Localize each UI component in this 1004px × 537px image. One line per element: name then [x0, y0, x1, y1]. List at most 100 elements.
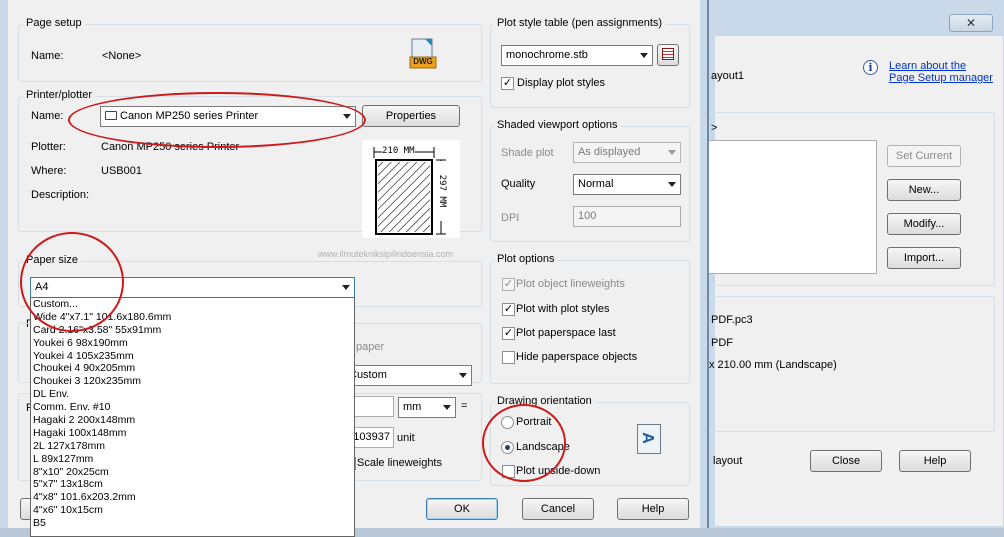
paper-size-title: Paper size — [23, 254, 81, 266]
scale-unit-combo[interactable]: mm — [398, 397, 456, 418]
device-name-value: PDF.pc3 — [711, 314, 753, 326]
unit-label: unit — [397, 432, 415, 444]
display-plot-styles-checkbox[interactable]: ✓ — [501, 77, 514, 90]
printer-name-label: Name: — [31, 110, 64, 122]
plot-style-table-title: Plot style table (pen assignments) — [494, 17, 666, 29]
paper-size-option[interactable]: DL Env. — [31, 388, 354, 401]
current-layout-fragment: ayout1 — [711, 70, 745, 82]
plot-with-plot-styles-checkbox[interactable]: ✓ — [502, 303, 515, 316]
display-when-creating-label: layout — [713, 455, 743, 467]
dwg-icon-text: DWG — [413, 57, 433, 66]
plotter-value: Canon MP250 series Printer - — [101, 141, 246, 153]
import-button[interactable]: Import... — [887, 247, 961, 269]
page-setup-name-value: <None> — [102, 50, 142, 62]
scale-lineweights-label: Scale lineweights — [357, 457, 442, 469]
paper-size-option[interactable]: Youkei 4 105x235mm — [31, 350, 354, 363]
cancel-button[interactable]: Cancel — [522, 498, 594, 520]
paper-size-option[interactable]: 4"x8" 101.6x203.2mm — [31, 491, 354, 504]
paper-size-option[interactable]: Choukei 3 120x235mm — [31, 375, 354, 388]
quality-combo[interactable]: Normal — [573, 174, 681, 195]
plot-object-lineweights-checkbox[interactable]: ✓ — [502, 278, 515, 291]
page-setup-name-label: Name: — [31, 50, 64, 62]
chevron-down-icon — [459, 373, 467, 378]
quality-value: Normal — [578, 178, 614, 190]
shade-plot-label: Shade plot — [501, 147, 554, 159]
equals-sign: = — [461, 400, 468, 412]
page-setup-title: Page setup — [23, 17, 85, 29]
page-setup-manager-window: ✕ i Learn about the Page Setup manager a… — [708, 0, 1004, 528]
landscape-label: Landscape — [516, 441, 570, 453]
chevron-down-icon — [668, 150, 676, 155]
paper-size-option[interactable]: Wide 4"x7.1" 101.6x180.6mm — [31, 311, 354, 324]
new-button[interactable]: New... — [887, 179, 961, 201]
where-value: USB001 — [101, 165, 142, 177]
printer-icon — [105, 111, 117, 120]
paper-size-option[interactable]: B5 — [31, 517, 354, 530]
printer-name-value: Canon MP250 series Printer — [120, 110, 259, 122]
scale-units-value: 103937 — [353, 431, 390, 443]
paper-size-option[interactable]: Custom... — [31, 298, 354, 311]
paper-size-option[interactable]: Hagaki 2 200x148mm — [31, 414, 354, 427]
edit-table-icon — [662, 48, 674, 60]
landscape-radio[interactable] — [501, 441, 514, 454]
plot-to-file-fragment: paper — [356, 341, 385, 353]
paper-size-option[interactable]: 8"x10" 20x25cm — [31, 466, 354, 479]
hide-paperspace-objects-checkbox[interactable] — [502, 351, 515, 364]
paper-preview: 210 MM 297 MM — [362, 140, 460, 238]
portrait-radio[interactable] — [501, 416, 514, 429]
paper-size-option[interactable]: 4"x6" 10x15cm — [31, 504, 354, 517]
portrait-label: Portrait — [516, 416, 552, 428]
plot-paperspace-last-label: Plot paperspace last — [516, 327, 616, 339]
quality-label: Quality — [501, 178, 536, 190]
set-current-button[interactable]: Set Current — [887, 145, 961, 167]
scale-unit-value: mm — [403, 401, 422, 413]
plot-upside-down-label: Plot upside-down — [516, 465, 601, 477]
radio-selected-dot — [505, 445, 510, 450]
plot-style-table-combo[interactable]: monochrome.stb — [501, 45, 653, 66]
plot-upside-down-checkbox[interactable] — [502, 465, 515, 478]
display-plot-styles-label: Display plot styles — [517, 77, 606, 89]
edit-plot-style-button[interactable] — [657, 44, 679, 66]
paper-size-combo[interactable]: A4 — [30, 277, 355, 298]
close-icon: ✕ — [965, 16, 977, 30]
hide-paperspace-objects-label: Hide paperspace objects — [516, 351, 638, 363]
watermark-text: www.ilmutekniksipilindoensia.com — [318, 249, 454, 259]
paper-size-option[interactable]: Comm. Env. #10 — [31, 401, 354, 414]
paper-size-option[interactable]: Choukei 4 90x205mm — [31, 362, 354, 375]
plotter-value: PDF — [711, 337, 733, 349]
chevron-down-icon — [443, 405, 451, 410]
paper-size-option[interactable]: Hagaki 100x148mm — [31, 427, 354, 440]
orientation-preview-icon: A — [637, 424, 661, 454]
chevron-down-icon — [343, 114, 351, 119]
paper-size-option[interactable]: Youkei 6 98x190mm — [31, 337, 354, 350]
paper-size-option[interactable]: Card 2.16"x3.58" 55x91mm — [31, 324, 354, 337]
printer-name-combo[interactable]: Canon MP250 series Printer — [100, 106, 356, 127]
chevron-down-icon — [640, 53, 648, 58]
dpi-input[interactable]: 100 — [573, 206, 681, 227]
close-window-button[interactable]: ✕ — [949, 14, 993, 32]
plot-paperspace-last-checkbox[interactable]: ✓ — [502, 327, 515, 340]
dwg-icon: DWG — [409, 37, 437, 69]
modify-button[interactable]: Modify... — [887, 213, 961, 235]
where-label: Where: — [31, 165, 67, 177]
shaded-viewport-title: Shaded viewport options — [494, 119, 621, 131]
paper-size-option[interactable]: 5"x7" 13x18cm — [31, 478, 354, 491]
shade-plot-combo[interactable]: As displayed — [573, 142, 681, 163]
paper-size-dropdown-list[interactable]: Custom... Wide 4"x7.1" 101.6x180.6mm Car… — [30, 297, 355, 537]
description-label: Description: — [31, 189, 90, 201]
help-button[interactable]: Help — [617, 498, 689, 520]
plot-with-plot-styles-label: Plot with plot styles — [516, 303, 610, 315]
paper-size-option[interactable]: L 89x127mm — [31, 453, 354, 466]
page-setups-list[interactable] — [709, 140, 877, 274]
printer-properties-button[interactable]: Properties — [362, 105, 460, 127]
close-button[interactable]: Close — [810, 450, 882, 472]
learn-about-link[interactable]: Learn about the Page Setup manager — [889, 60, 993, 84]
paper-size-option[interactable]: 2L 127x178mm — [31, 440, 354, 453]
plot-options-title: Plot options — [494, 253, 558, 265]
what-to-plot-combo[interactable]: Custom — [344, 365, 472, 386]
ok-button[interactable]: OK — [426, 498, 498, 520]
chevron-down-icon — [342, 285, 350, 290]
orientation-letter: A — [638, 432, 656, 444]
manager-help-button[interactable]: Help — [899, 450, 971, 472]
drawing-orientation-title: Drawing orientation — [494, 395, 595, 407]
